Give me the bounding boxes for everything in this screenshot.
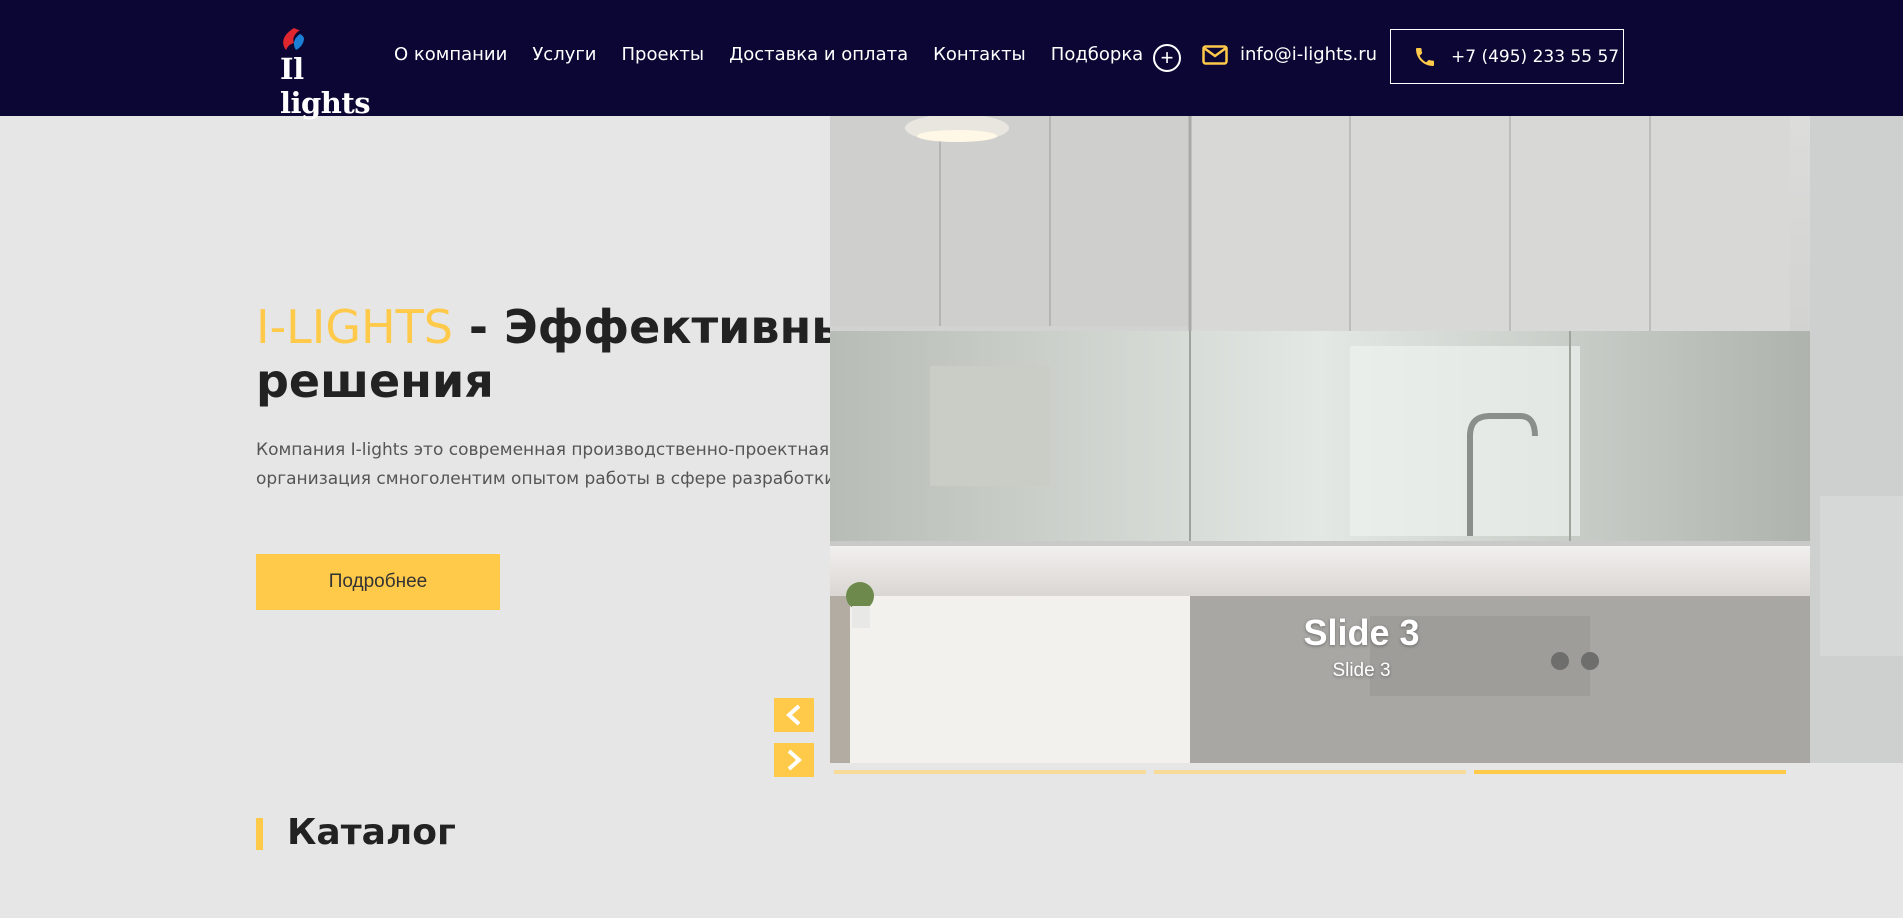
phone-text: +7 (495) 233 55 57 xyxy=(1451,46,1620,67)
slide-caption: Slide 3 Slide 3 xyxy=(830,612,1893,682)
slider-indicator-1[interactable] xyxy=(834,770,1146,774)
email-link[interactable]: info@i-lights.ru xyxy=(1202,44,1377,65)
phone-button[interactable]: +7 (495) 233 55 57 xyxy=(1390,29,1624,84)
slider-indicator-3[interactable] xyxy=(1474,770,1786,774)
hero-title: I-LIGHTS - Эффективные решения xyxy=(256,300,830,408)
slider-image: Slide 3 Slide 3 xyxy=(830,116,1903,763)
slider-prev-button[interactable] xyxy=(774,698,814,732)
nav-services[interactable]: Услуги xyxy=(532,44,596,65)
nav-delivery[interactable]: Доставка и оплата xyxy=(729,44,908,65)
nav-projects[interactable]: Проекты xyxy=(622,44,705,65)
hero-title-line2: решения xyxy=(256,354,494,408)
chevron-right-icon xyxy=(787,749,802,771)
catalog-title: Каталог xyxy=(287,812,456,853)
plus-circle-icon[interactable]: + xyxy=(1153,44,1181,72)
slider-indicator-2[interactable] xyxy=(1154,770,1466,774)
email-text: info@i-lights.ru xyxy=(1240,44,1378,65)
hero-desc-line2: организация смноголентим опытом работы в… xyxy=(256,469,830,489)
logo[interactable]: Il lights xyxy=(276,26,372,120)
chevron-left-icon xyxy=(786,704,801,726)
slide-title: Slide 3 xyxy=(1303,612,1420,653)
catalog-accent-bar xyxy=(256,818,263,850)
mail-icon xyxy=(1202,44,1228,65)
phone-icon xyxy=(1416,47,1434,66)
hero-title-rest: - Эффективные xyxy=(468,300,830,354)
nav-selection[interactable]: Подборка xyxy=(1051,44,1143,65)
slider-next-button[interactable] xyxy=(774,743,814,777)
site-header: Il lights О компании Услуги Проекты Дост… xyxy=(0,0,1903,120)
nav-about[interactable]: О компании xyxy=(394,44,507,65)
logo-text: Il lights xyxy=(280,52,371,120)
nav-contacts[interactable]: Контакты xyxy=(933,44,1026,65)
main-nav: О компании Услуги Проекты Доставка и опл… xyxy=(394,44,1143,65)
hero-text: I-LIGHTS - Эффективные решения Компания … xyxy=(256,300,830,494)
hero-desc-line1: Компания I-lights это современная произв… xyxy=(256,440,830,460)
hero-title-accent: I-LIGHTS xyxy=(256,300,453,354)
slide-subtitle: Slide 3 xyxy=(1332,660,1391,681)
slider-indicators xyxy=(834,770,1786,774)
more-button[interactable]: Подробнее xyxy=(256,554,500,610)
hero-description: Компания I-lights это современная произв… xyxy=(256,436,830,494)
